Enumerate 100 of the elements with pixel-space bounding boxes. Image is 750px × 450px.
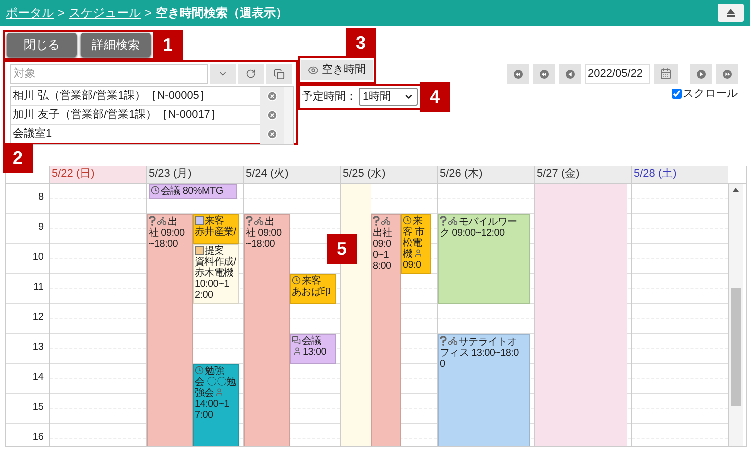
schedule-event[interactable]: モバイルワー ク 09:00~12:00 xyxy=(438,214,530,304)
schedule-event[interactable]: 来 客 市 松電 機 09:0 xyxy=(401,214,431,274)
question-icon xyxy=(373,216,380,226)
schedule-event[interactable]: 提案 資料作成/ 赤木電機 10:00~1 2:00 xyxy=(193,244,239,304)
free-time-button[interactable]: 空き時間 xyxy=(301,60,373,80)
remove-button[interactable] xyxy=(260,86,284,106)
event-text: 強会 xyxy=(195,388,214,399)
event-text: 13:00 xyxy=(303,347,327,358)
hour-label: 15 xyxy=(32,402,44,413)
copy-button[interactable] xyxy=(266,64,292,84)
target-field[interactable]: 対象 xyxy=(10,64,208,84)
hour-label: 13 xyxy=(32,342,44,353)
event-text: 松電 xyxy=(403,238,422,249)
event-text: サテライトオ xyxy=(459,337,518,348)
day-header: 5/27 (金) xyxy=(534,166,631,183)
event-text: モバイルワー xyxy=(459,217,518,228)
schedule-event[interactable]: 出 社 09:00 ~18:00 xyxy=(147,214,193,446)
refresh-icon xyxy=(246,69,256,79)
schedule-event[interactable]: 会議 80%MTG xyxy=(149,184,237,199)
next-week-button[interactable] xyxy=(716,64,738,84)
person-icon xyxy=(414,249,423,258)
collapse-button[interactable] xyxy=(718,4,744,22)
rewind-icon xyxy=(514,70,522,78)
target-item[interactable]: 加川 友子（営業部/営業1課）［N-00017］ xyxy=(11,106,260,124)
callout-number: 3 xyxy=(346,28,376,58)
bicycle-icon xyxy=(157,216,167,226)
callout-number: 5 xyxy=(327,234,357,264)
bicycle-icon xyxy=(381,216,391,226)
duration-select[interactable]: 1時間 xyxy=(359,88,418,106)
event-text: 09:0 xyxy=(403,260,422,271)
day-header: 5/22 (日) xyxy=(49,166,146,183)
event-text: 出 xyxy=(168,217,178,228)
event-text: 出社 xyxy=(373,228,392,239)
clock-icon xyxy=(292,276,301,285)
event-text: 来客 xyxy=(302,276,322,287)
day-header: 5/24 (火) xyxy=(243,166,340,183)
bicycle-icon xyxy=(254,216,264,226)
event-text: 来 xyxy=(413,216,423,227)
fast-forward-icon xyxy=(722,70,732,78)
close-icon xyxy=(266,129,278,140)
scroll-checkbox[interactable] xyxy=(672,89,682,100)
rewind-icon xyxy=(540,70,548,78)
event-text: ~18:00 xyxy=(149,239,178,250)
reset-button[interactable] xyxy=(238,64,264,84)
calendar-icon xyxy=(660,68,672,80)
schedule-event[interactable]: 来客 赤井産業/ xyxy=(193,214,239,244)
person-icon xyxy=(215,388,224,397)
event-text: 来客 xyxy=(205,216,224,227)
schedule-event[interactable]: 出 社 09:00 ~18:00 xyxy=(244,214,290,446)
bicycle-icon xyxy=(448,336,458,346)
event-text: 7:00 xyxy=(195,410,214,421)
question-icon xyxy=(440,216,447,226)
question-icon xyxy=(246,216,253,226)
callout-number: 1 xyxy=(153,30,183,60)
hour-label: 10 xyxy=(32,252,44,263)
event-text: 会議 80%MTG xyxy=(161,186,224,197)
clock-icon xyxy=(151,186,160,195)
toolbar-button[interactable]: 詳細検索 xyxy=(81,33,151,57)
event-text: ~18:00 xyxy=(246,239,276,250)
schedule-event[interactable]: 来客 あおば印 xyxy=(290,274,336,304)
previous-week-button[interactable] xyxy=(533,64,555,84)
previous-day-button[interactable] xyxy=(559,64,581,84)
target-item[interactable]: 会議室1 xyxy=(11,126,260,143)
chat-icon xyxy=(292,336,301,345)
event-text: 09:0 xyxy=(373,239,392,250)
event-text: 赤木電機 xyxy=(195,268,234,279)
event-text: あおば印 xyxy=(292,287,331,298)
calendar-button[interactable] xyxy=(654,64,678,84)
day-header: 5/25 (水) xyxy=(340,166,437,183)
toolbar-button[interactable]: 閉じる xyxy=(7,33,77,57)
event-text: 14:00~1 xyxy=(195,399,230,410)
event-text: フィス 13:00~18:0 xyxy=(440,348,519,359)
hour-label: 14 xyxy=(32,372,44,383)
event-text: 8:00 xyxy=(373,261,392,272)
schedule-event[interactable]: 出社 09:0 0~1 8:00 xyxy=(371,214,401,446)
date-field[interactable]: 2022/05/22 xyxy=(585,64,650,84)
event-text: 社 09:00 xyxy=(246,228,282,239)
copy-icon xyxy=(274,68,284,80)
event-text: 2:00 xyxy=(195,290,214,301)
next-icon xyxy=(696,70,706,78)
clock-icon xyxy=(195,366,204,375)
event-text: 赤井産業/ xyxy=(195,227,236,238)
schedule-event[interactable]: サテライトオ フィス 13:00~18:0 0 xyxy=(438,334,530,446)
first-week-button[interactable] xyxy=(507,64,529,84)
schedule-event[interactable]: 会議 13:00 xyxy=(290,334,336,364)
bicycle-icon xyxy=(448,216,458,226)
callout-number: 2 xyxy=(3,143,33,173)
target-item[interactable]: 相川 弘（営業部/営業1課）［N-00005］ xyxy=(11,88,260,104)
event-text: 資料作成/ xyxy=(195,257,236,268)
question-icon xyxy=(440,336,447,346)
event-text: 提案 xyxy=(205,246,224,257)
scroll-label: スクロール xyxy=(683,87,738,102)
hour-label: 16 xyxy=(32,432,44,443)
breadcrumb-separator: > xyxy=(58,5,66,22)
duration-label: 予定時間： xyxy=(302,90,357,105)
next-day-button[interactable] xyxy=(690,64,712,84)
hour-label: 12 xyxy=(32,312,44,323)
remove-button[interactable] xyxy=(260,125,284,144)
breadcrumb-separator: > xyxy=(145,5,152,22)
schedule-event[interactable]: 勉強 会 〇〇勉 強会 14:00~1 7:00 xyxy=(193,364,239,446)
